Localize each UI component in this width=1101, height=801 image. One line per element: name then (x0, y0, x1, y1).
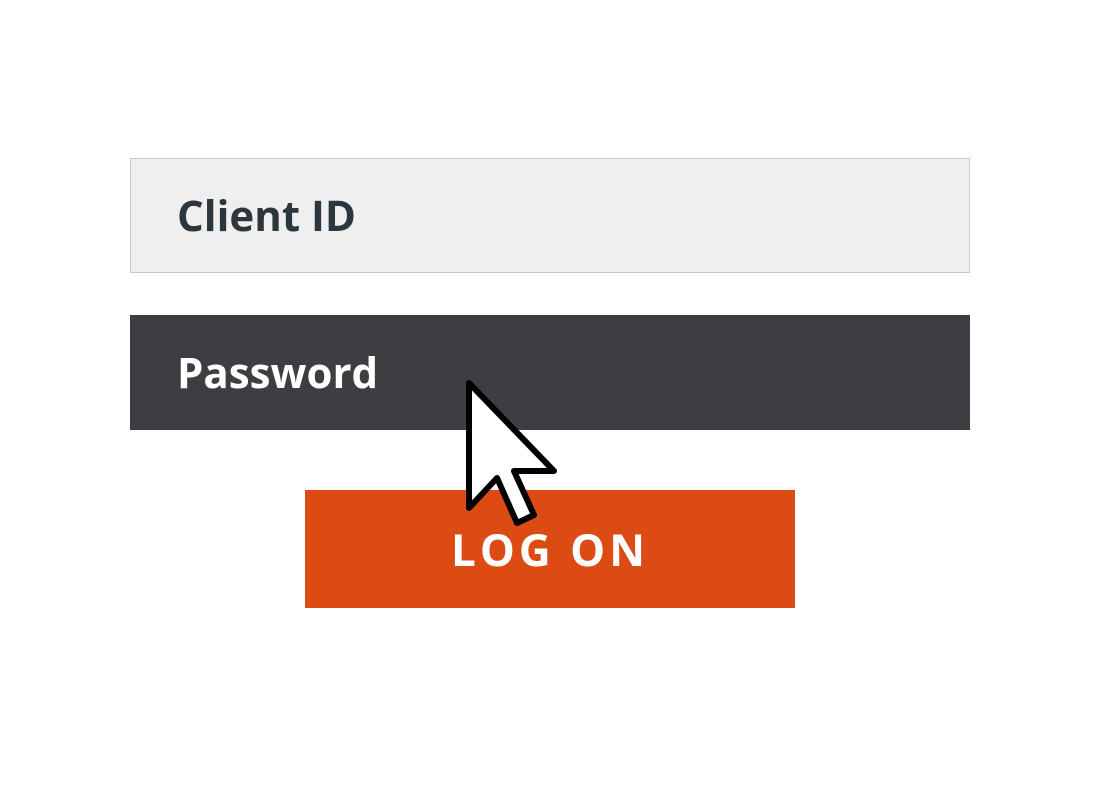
button-container: LOG ON (130, 490, 970, 608)
login-form: LOG ON (130, 158, 970, 608)
log-on-button[interactable]: LOG ON (305, 490, 795, 608)
password-input[interactable] (130, 315, 970, 430)
client-id-input[interactable] (130, 158, 970, 273)
